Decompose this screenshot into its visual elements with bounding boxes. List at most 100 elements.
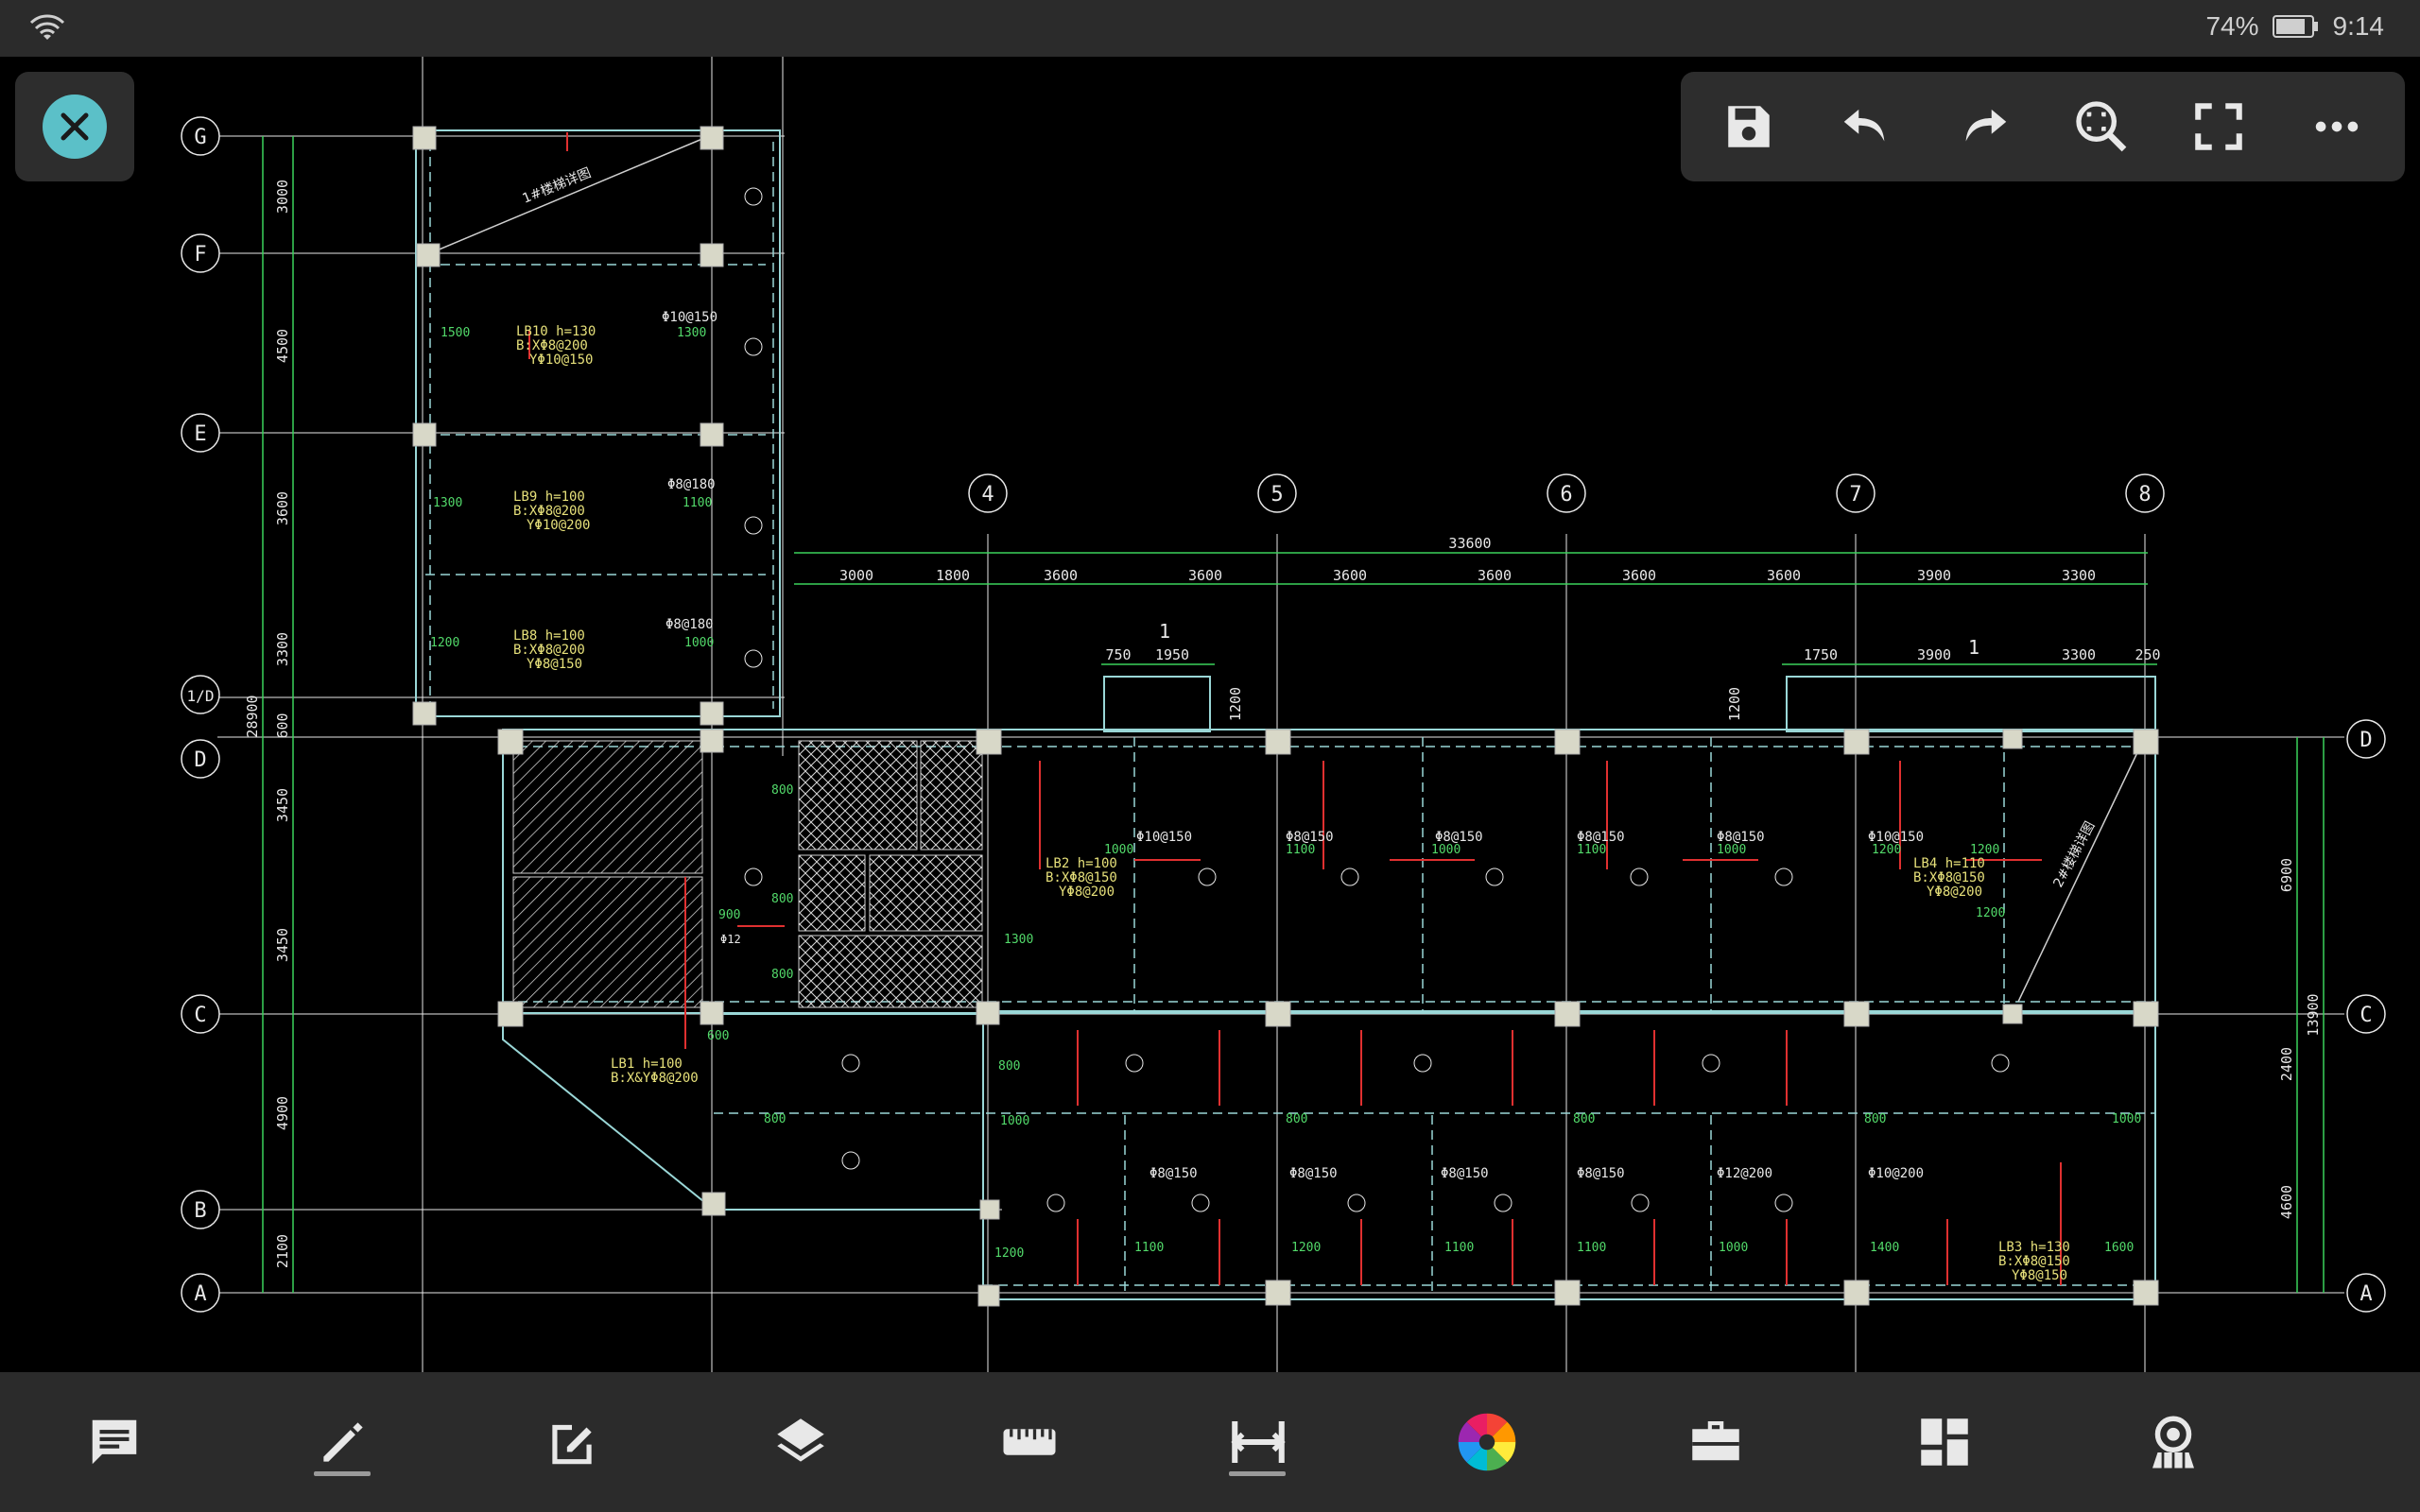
- dashboard-button[interactable]: [1830, 1372, 2059, 1512]
- slab-lb9-line2: YΦ10@200: [527, 518, 590, 533]
- dim-left-total: 28900: [244, 695, 261, 737]
- redo-button[interactable]: [1946, 89, 2022, 164]
- slab-lb3-line0: LB3 h=130: [1998, 1240, 2070, 1255]
- rebar-label-18: Φ12: [720, 933, 741, 946]
- layers-icon: [777, 1418, 824, 1462]
- color-wheel-icon: [1458, 1413, 1516, 1471]
- misc-num-4e: 1000: [1000, 1114, 1029, 1128]
- misc-num-3: 1100: [683, 496, 712, 510]
- dim-top-6: 3600: [1622, 567, 1656, 584]
- slab-lb3-line2: YΦ8@150: [2012, 1268, 2067, 1283]
- close-button[interactable]: [15, 72, 134, 181]
- 3d-view-button[interactable]: [2059, 1372, 2288, 1512]
- misc-num-2b: 1200: [1872, 843, 1901, 857]
- dim-top-7: 3600: [1767, 567, 1801, 584]
- misc-num-4d: 1000: [1717, 843, 1746, 857]
- misc-num-2: 1200: [430, 636, 459, 650]
- status-right: 74% 9:14: [2205, 11, 2384, 42]
- slab-lb2-line1: B:XΦ8@150: [1046, 870, 1117, 885]
- undo-icon: [1844, 109, 1885, 142]
- dim-top-total: 33600: [1448, 535, 1491, 552]
- misc-num-4c: 1000: [1431, 843, 1461, 857]
- misc-num-9: 1400: [1870, 1241, 1899, 1255]
- axis-label-f: F: [194, 243, 206, 266]
- rebar-label-11: Φ8@150: [1150, 1166, 1198, 1181]
- slab-lb1-line0: LB1 h=100: [611, 1057, 683, 1072]
- ruler-icon: [1003, 1429, 1056, 1455]
- axis-label-c: C: [194, 1004, 206, 1027]
- dim-left-5: 3450: [274, 788, 291, 822]
- color-button[interactable]: [1373, 1372, 1601, 1512]
- bottom-toolbar: [0, 1372, 2420, 1512]
- axis-label-4: 4: [981, 483, 994, 507]
- axis-label-7: 7: [1849, 483, 1861, 507]
- dim-top-3: 3600: [1188, 567, 1222, 584]
- more-button[interactable]: [2299, 89, 2375, 164]
- dimension-button[interactable]: [1144, 1372, 1373, 1512]
- misc-num-5b: 800: [771, 892, 793, 906]
- misc-num-4: 1000: [684, 636, 714, 650]
- edit-note-button[interactable]: [458, 1372, 686, 1512]
- undo-button[interactable]: [1828, 89, 1904, 164]
- pencil-button[interactable]: [229, 1372, 458, 1512]
- save-button[interactable]: [1711, 89, 1787, 164]
- axis-label-g: G: [194, 126, 206, 149]
- dim-right-0: 6900: [2278, 858, 2295, 892]
- misc-num-4b: 1000: [1104, 843, 1133, 857]
- misc-num-5g: 800: [1573, 1112, 1595, 1126]
- axis-label-b: B: [194, 1199, 206, 1223]
- slab-lb10-line1: B:XΦ8@200: [516, 338, 588, 353]
- dim-top-1: 1800: [936, 567, 970, 584]
- axis-label-5: 5: [1270, 483, 1283, 507]
- dimension-underline: [1229, 1471, 1286, 1476]
- rebar-label-12: Φ10@200: [1868, 1166, 1924, 1181]
- dim-left-3: 3300: [274, 632, 291, 666]
- misc-num-2e: 1200: [1976, 906, 2005, 920]
- axis-label-a-right: A: [2360, 1282, 2372, 1306]
- misc-num-5f: 800: [1286, 1112, 1307, 1126]
- toolbox-button[interactable]: [1601, 1372, 1830, 1512]
- dim-top-9: 3300: [2062, 567, 2096, 584]
- battery-percent: 74%: [2205, 11, 2259, 41]
- axis-label-c-right: C: [2360, 1004, 2372, 1027]
- dim-right-2: 4600: [2278, 1185, 2295, 1219]
- axis-label-d: D: [194, 748, 206, 772]
- dim-top-0: 3000: [839, 567, 873, 584]
- comment-button[interactable]: [0, 1372, 229, 1512]
- slab-lb2-line2: YΦ8@200: [1059, 885, 1115, 900]
- fullscreen-button[interactable]: [2181, 89, 2256, 164]
- more-icon: [2315, 121, 2359, 132]
- misc-num-1c: 1300: [1004, 933, 1033, 947]
- misc-num-4g: 1000: [2112, 1112, 2141, 1126]
- pencil-icon: [323, 1422, 363, 1462]
- top-toolbar: [1681, 72, 2405, 181]
- misc-num-5: 800: [771, 783, 793, 798]
- cad-canvas[interactable]: G F E 1/D D C B A D C A 4 5 6 7 8 3000 4…: [0, 57, 2420, 1372]
- comment-icon: [92, 1419, 137, 1465]
- close-icon: [43, 94, 107, 159]
- dim-top-2: 3600: [1044, 567, 1078, 584]
- layers-button[interactable]: [686, 1372, 915, 1512]
- dimension-icon: [1231, 1421, 1286, 1463]
- battery-icon: [2272, 15, 2318, 38]
- zoom-extents-button[interactable]: [2064, 89, 2139, 164]
- misc-num-4f: 1000: [1719, 1241, 1748, 1255]
- redo-icon: [1965, 109, 2007, 142]
- dim-left-0: 3000: [274, 180, 291, 214]
- misc-num-5h: 800: [1864, 1112, 1886, 1126]
- misc-num-3f: 1100: [1577, 1241, 1606, 1255]
- misc-num-7: 600: [707, 1029, 729, 1043]
- ruler-button[interactable]: [915, 1372, 1144, 1512]
- slab-lb8-line2: YΦ8@150: [527, 657, 582, 672]
- misc-num-5d: 800: [764, 1112, 786, 1126]
- misc-num-0: 1500: [441, 326, 470, 340]
- slab-lb2-line0: LB2 h=100: [1046, 856, 1117, 871]
- clock: 9:14: [2332, 11, 2385, 41]
- dim-left-4: 600: [274, 713, 291, 738]
- dim-left-2: 3600: [274, 491, 291, 525]
- slab-lb4-line1: B:XΦ8@150: [1913, 870, 1985, 885]
- opening-dim-5: 250: [2135, 646, 2160, 663]
- height-1: 1200: [1726, 687, 1743, 721]
- misc-num-5e: 800: [998, 1059, 1020, 1074]
- dim-top-4: 3600: [1333, 567, 1367, 584]
